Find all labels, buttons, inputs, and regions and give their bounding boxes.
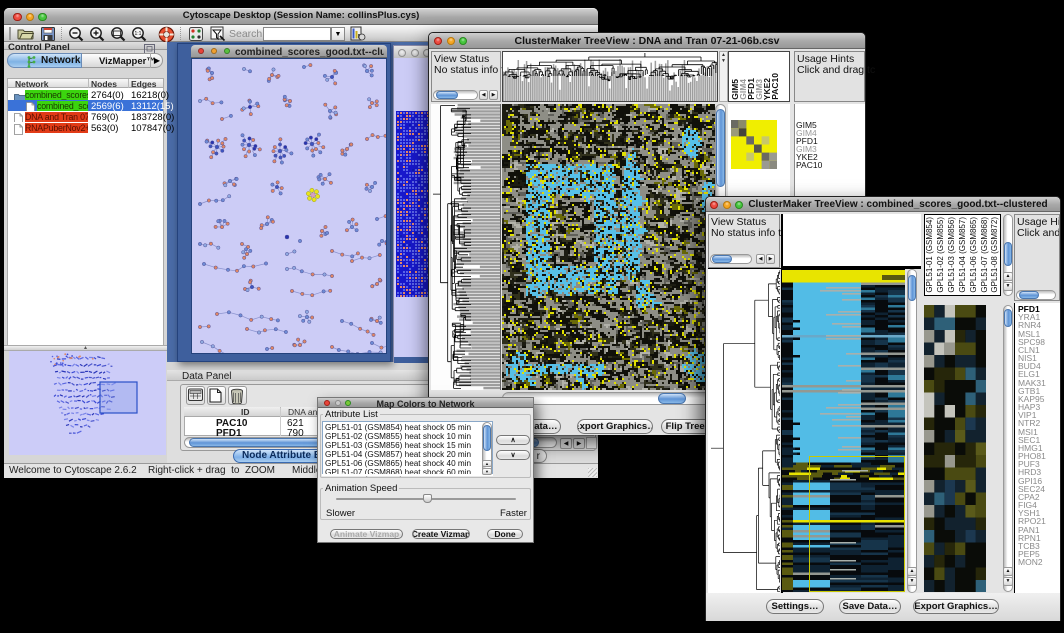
svg-text:1:1: 1:1 (135, 31, 142, 37)
